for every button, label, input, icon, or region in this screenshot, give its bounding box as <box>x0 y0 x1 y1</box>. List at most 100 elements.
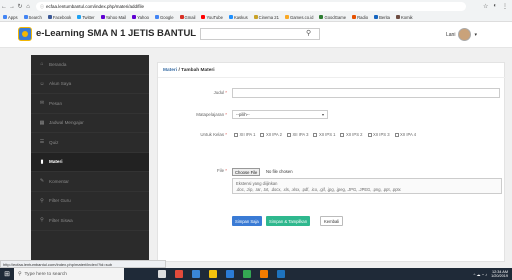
star-icon[interactable]: ☆ <box>483 3 488 10</box>
kelas-checkbox[interactable]: XII IPS 2 <box>340 130 363 139</box>
task-view-icon[interactable] <box>158 270 166 278</box>
sidebar-item-beranda[interactable]: ⌂ Beranda <box>31 55 149 75</box>
kelas-checkbox-label: XII IPS 1 <box>318 132 336 137</box>
bookmark-label: Komik <box>401 14 413 20</box>
home-icon: ⌂ <box>40 61 44 68</box>
school-logo-icon <box>18 27 32 41</box>
kelas-checkbox[interactable]: XII IPS 1 <box>313 130 335 139</box>
bookmark-icon <box>201 15 206 19</box>
extension-icon[interactable]: ◐ <box>493 3 497 10</box>
envelope-icon: ✉ <box>39 100 45 107</box>
sidebar-item-pesan[interactable]: ✉ Pesan <box>31 94 149 114</box>
sidebar-item-filter-guru[interactable]: ⚲ Filter Guru <box>31 192 149 211</box>
bookmark-label: Search <box>28 14 42 20</box>
kelas-checkbox[interactable]: XII IPA 4 <box>394 130 417 139</box>
kelas-label: Untuk Kelas * <box>167 132 227 137</box>
bookmark-item[interactable]: Berita <box>374 15 390 20</box>
checkbox-icon[interactable] <box>394 132 399 137</box>
bookmark-item[interactable]: Radio <box>352 15 368 20</box>
checkbox-icon[interactable] <box>367 132 372 137</box>
judul-label-text: Judul <box>213 90 225 95</box>
edge-icon[interactable] <box>192 270 200 278</box>
bookmark-item[interactable]: Google <box>155 15 174 20</box>
checkbox-icon[interactable] <box>234 132 238 137</box>
user-menu[interactable]: Lani ▾ <box>446 28 477 41</box>
sidebar-item-filter-siswa[interactable]: ⚲ Filter Siswa <box>31 211 149 231</box>
mapel-label: Matapelajaran * <box>167 112 227 117</box>
sidebar-item-jadwal-mengajar[interactable]: ▦ Jadwal Mengajar <box>31 114 149 133</box>
address-bar[interactable]: ⓘ ecfaa.lentumbantul.com/index.php/mater… <box>36 2 466 11</box>
search-icon[interactable]: ⚲ <box>306 29 311 37</box>
bookmark-icon <box>77 15 82 19</box>
menu-icon[interactable]: ⋮ <box>502 3 508 10</box>
sidebar-item-label: Beranda <box>49 61 67 67</box>
folder-icon[interactable] <box>209 270 217 278</box>
windows-start-icon[interactable]: ⊞ <box>0 268 14 280</box>
required-mark: * <box>224 168 227 173</box>
search-input[interactable] <box>200 28 320 40</box>
bookmark-item[interactable]: Yahoo Mail <box>100 15 126 20</box>
taskbar-search-placeholder: Type here to search <box>24 271 67 277</box>
kelas-checkbox-label: XII IPA 2 <box>265 132 282 137</box>
bookmark-label: Twitter <box>82 14 95 20</box>
bookmarks-bar: Apps Search Facebook Twitter Yahoo Mail Yahoo… <box>0 13 512 22</box>
checkbox-icon[interactable] <box>260 132 265 137</box>
file-status: No file chosen <box>266 169 293 174</box>
checkbox-icon[interactable] <box>286 132 291 137</box>
sidebar-item-materi[interactable]: ▮ Materi <box>31 152 149 172</box>
app-icon[interactable] <box>260 270 268 278</box>
bookmark-item[interactable]: Komik <box>396 15 413 20</box>
required-mark: * <box>224 90 227 95</box>
sidebar-item-akun-saya[interactable]: ☺ Akun Saya <box>31 75 149 94</box>
save-publish-button[interactable]: Simpan & Tampilkan <box>266 216 311 226</box>
save-button[interactable]: Simpan Saja <box>232 216 262 226</box>
bookmark-icon <box>3 15 7 19</box>
kelas-checkbox[interactable]: XII IPS 3 <box>367 130 390 139</box>
bookmark-label: Facebook <box>52 14 72 20</box>
store-icon[interactable] <box>226 270 234 278</box>
home-browser-icon[interactable]: ⌂ <box>24 4 32 10</box>
bookmark-item[interactable]: Search <box>23 14 42 20</box>
bookmark-item[interactable]: Games.co.id <box>284 15 313 20</box>
bookmark-icon <box>396 15 401 19</box>
bookmark-item[interactable]: GoodGame <box>319 15 346 20</box>
breadcrumb: Materi / Tambah Materi <box>163 68 215 73</box>
forward-icon[interactable]: → <box>8 4 16 10</box>
kelas-checkbox-label: XII IPA 4 <box>400 132 417 137</box>
sidebar-item-label: Filter Siswa <box>49 217 73 223</box>
reload-icon[interactable]: ↻ <box>16 3 24 10</box>
bookmark-icon <box>352 15 357 19</box>
word-icon[interactable] <box>277 270 285 278</box>
taskbar-search[interactable]: ⚲ Type here to search <box>14 268 124 280</box>
comment-icon: ✎ <box>39 178 45 185</box>
bookmark-icon <box>228 15 233 19</box>
bookmark-item[interactable]: Facebook <box>47 14 72 20</box>
clock[interactable]: 12:34 AM 1/20/2019 <box>491 270 508 279</box>
tray-icons[interactable]: ^ ☁ ◔ ♪ <box>473 272 487 277</box>
bookmark-item[interactable]: Gmail <box>179 15 195 20</box>
back-button[interactable]: Kembali <box>320 216 344 226</box>
kelas-checkbox[interactable]: XII IPA 1 <box>234 130 255 139</box>
bookmark-item[interactable]: Kaskus <box>228 15 248 20</box>
chrome-icon[interactable] <box>243 270 251 278</box>
kelas-checkbox[interactable]: XII IPA 2 <box>260 130 282 139</box>
user-name: Lani <box>446 31 456 38</box>
sidebar-item-quiz[interactable]: ☰ Quiz <box>31 133 149 153</box>
kelas-checkbox[interactable]: XII IPA 3 <box>286 130 308 139</box>
bookmark-item[interactable]: YouTube <box>201 15 223 20</box>
sidebar-item-komentar[interactable]: ✎ Komentar <box>31 172 149 192</box>
sidebar: ⌂ Beranda ☺ Akun Saya ✉ Pesan ▦ Jadwal Mengajar… <box>31 55 149 261</box>
bookmark-item[interactable]: Apps <box>3 15 18 20</box>
choose-file-button[interactable]: Choose File <box>232 168 261 176</box>
back-icon[interactable]: ← <box>0 4 8 10</box>
checkbox-icon[interactable] <box>340 132 345 137</box>
app-icon[interactable] <box>175 270 183 278</box>
sidebar-item-label: Akun Saya <box>49 81 72 87</box>
bookmark-item[interactable]: Yahoo <box>132 15 149 20</box>
breadcrumb-link-materi[interactable]: Materi <box>163 68 177 73</box>
mapel-select[interactable]: --pilih-- ▾ <box>232 110 328 119</box>
judul-input[interactable] <box>232 88 500 98</box>
bookmark-item[interactable]: Cinema 21 <box>253 15 279 20</box>
checkbox-icon[interactable] <box>313 132 318 137</box>
bookmark-item[interactable]: Twitter <box>77 14 95 20</box>
